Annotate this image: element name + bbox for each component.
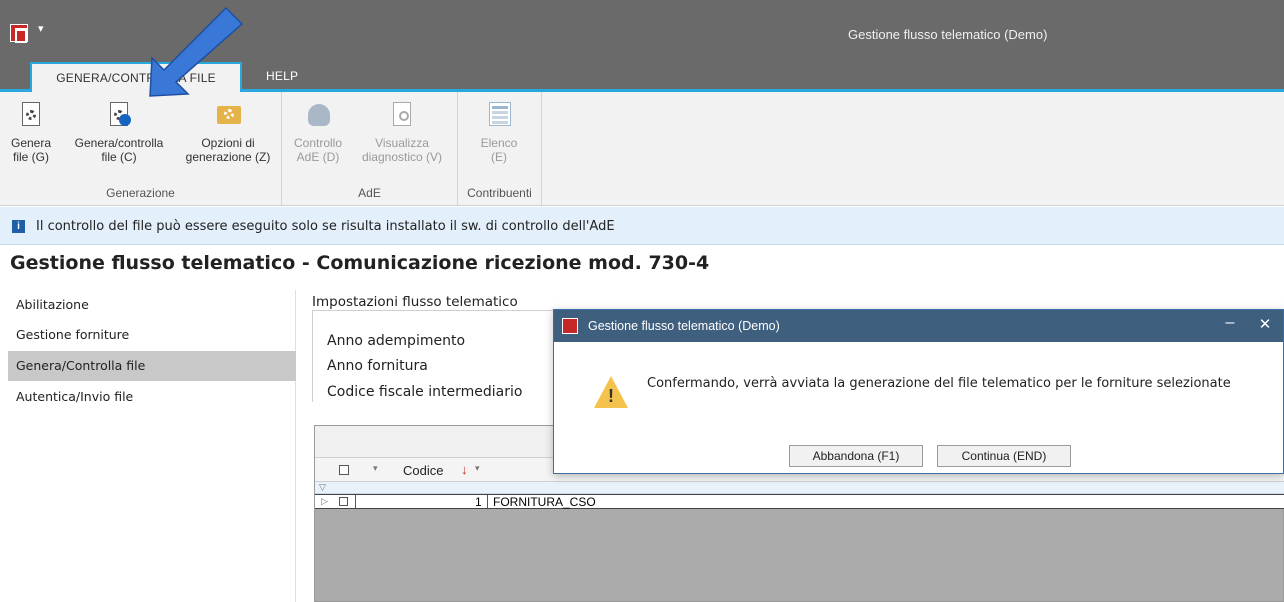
info-message: Il controllo del file può essere eseguit… xyxy=(36,219,615,234)
genera-file-button[interactable]: Genera file (G) xyxy=(4,100,58,164)
opzioni-generazione-button[interactable]: Opzioni di generazione (Z) xyxy=(178,100,278,164)
flask-icon xyxy=(304,100,332,130)
title-bar: ▾ Gestione flusso telematico (Demo) xyxy=(0,0,1284,56)
row-checkbox[interactable] xyxy=(339,497,348,506)
cell-fornitura-name: FORNITURA_CSO xyxy=(493,495,596,509)
info-bar: i Il controllo del file può essere esegu… xyxy=(0,207,1284,245)
app-logo-icon xyxy=(562,318,578,334)
ribbon: Genera file (G) Genera/controlla file (C… xyxy=(0,92,1284,206)
nav-item-genera-controlla-file[interactable]: Genera/Controlla file xyxy=(8,351,296,381)
row-indicator-icon: ▷ xyxy=(321,496,328,506)
visualizza-diagnostico-button[interactable]: Visualizza diagnostico (V) xyxy=(350,100,454,164)
document-search-icon xyxy=(388,100,416,130)
file-check-gear-icon xyxy=(105,100,133,130)
ribbon-group-label: Generazione xyxy=(106,186,175,200)
file-gear-icon xyxy=(17,100,45,130)
quick-access-dropdown-icon[interactable]: ▾ xyxy=(38,22,44,35)
nav-item-gestione-forniture[interactable]: Gestione forniture xyxy=(8,320,296,350)
list-icon xyxy=(485,100,513,130)
left-nav: Abilitazione Gestione forniture Genera/C… xyxy=(8,290,296,602)
info-icon: i xyxy=(12,220,25,233)
warning-mark: ! xyxy=(608,386,614,406)
column-filter-icon[interactable]: ▾ xyxy=(373,463,378,474)
abbandona-button[interactable]: Abbandona (F1) xyxy=(789,445,923,467)
field-label-codice-fiscale-intermediario: Codice fiscale intermediario xyxy=(327,384,523,400)
ribbon-group-generazione: Genera file (G) Genera/controlla file (C… xyxy=(0,92,282,206)
controllo-ade-button[interactable]: Controllo AdE (D) xyxy=(288,100,348,164)
section-title: Impostazioni flusso telematico xyxy=(312,294,518,310)
sort-desc-icon: ↓ xyxy=(461,462,468,477)
window-title: Gestione flusso telematico (Demo) xyxy=(848,27,1048,42)
field-label-anno-adempimento: Anno adempimento xyxy=(327,333,466,349)
column-filter-icon[interactable]: ▾ xyxy=(475,463,480,474)
ribbon-group-contribuenti: Elenco (E) Contribuenti xyxy=(458,92,542,206)
ribbon-tabs: GENERA/CONTROLLA FILE HELP xyxy=(0,56,1284,92)
tab-help[interactable]: HELP xyxy=(254,62,310,92)
folder-gear-icon xyxy=(214,100,242,130)
table-row[interactable]: ▷ 1 FORNITURA_CSO xyxy=(315,494,1284,509)
column-header-codice[interactable]: Codice xyxy=(403,463,443,478)
cell-codice: 1 xyxy=(475,495,482,509)
page-title: Gestione flusso telematico - Comunicazio… xyxy=(10,252,710,274)
confirmation-dialog: Gestione flusso telematico (Demo) – ✕ ! … xyxy=(553,309,1284,474)
dialog-title: Gestione flusso telematico (Demo) xyxy=(588,319,780,333)
ribbon-group-label: AdE xyxy=(358,186,381,200)
dialog-title-bar: Gestione flusso telematico (Demo) – ✕ xyxy=(554,310,1283,342)
filter-funnel-icon: ▽ xyxy=(319,482,326,492)
select-all-checkbox[interactable] xyxy=(339,465,349,475)
minimize-button[interactable]: – xyxy=(1220,314,1240,332)
field-label-anno-fornitura: Anno fornitura xyxy=(327,358,428,374)
tab-genera-controlla-file[interactable]: GENERA/CONTROLLA FILE xyxy=(30,62,242,92)
nav-item-abilitazione[interactable]: Abilitazione xyxy=(8,290,296,320)
continua-button[interactable]: Continua (END) xyxy=(937,445,1071,467)
ribbon-group-label: Contribuenti xyxy=(467,186,532,200)
elenco-button[interactable]: Elenco (E) xyxy=(472,100,526,164)
dialog-message: Confermando, verrà avviata la generazion… xyxy=(647,376,1231,391)
genera-controlla-file-button[interactable]: Genera/controlla file (C) xyxy=(64,100,174,164)
nav-item-autentica-invio-file[interactable]: Autentica/Invio file xyxy=(8,382,296,412)
close-button[interactable]: ✕ xyxy=(1254,315,1276,333)
ribbon-group-ade: Controllo AdE (D) Visualizza diagnostico… xyxy=(282,92,458,206)
app-logo-icon[interactable] xyxy=(10,24,28,43)
grid-filter-row[interactable]: ▽ xyxy=(315,482,1284,494)
